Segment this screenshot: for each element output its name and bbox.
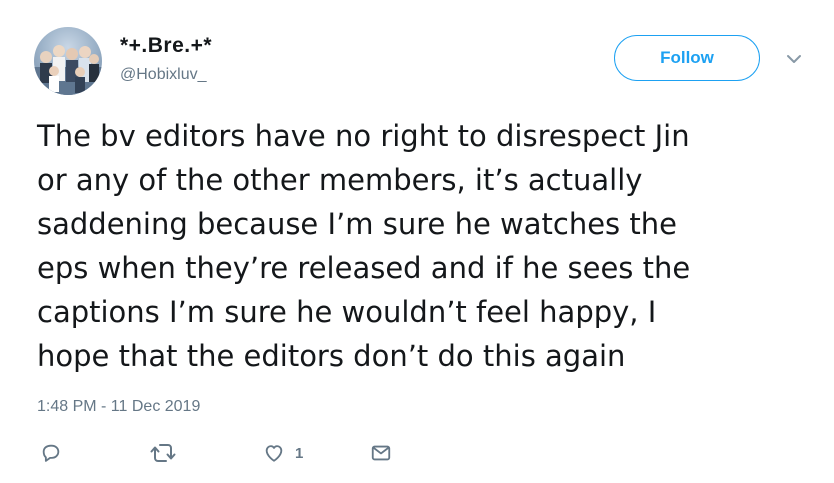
envelope-icon	[371, 445, 391, 461]
follow-button[interactable]: Follow	[614, 35, 760, 81]
like-button[interactable]: 1	[263, 440, 303, 466]
user-handle[interactable]: @Hobixluv_	[120, 66, 207, 84]
tweet-text: The bv editors have no right to disrespe…	[37, 119, 691, 373]
heart-icon	[265, 445, 283, 462]
reply-button[interactable]	[40, 440, 62, 466]
retweet-button[interactable]	[150, 440, 176, 466]
display-name[interactable]: *+.Bre.+*	[120, 34, 212, 58]
direct-message-button[interactable]	[370, 440, 392, 466]
avatar[interactable]	[34, 27, 102, 95]
like-count: 1	[295, 444, 304, 462]
avatar-image	[34, 45, 102, 95]
reply-icon	[42, 444, 60, 462]
chevron-down-icon[interactable]	[785, 50, 803, 68]
tweet-timestamp[interactable]: 1:48 PM - 11 Dec 2019	[37, 398, 200, 416]
retweet-icon	[150, 444, 176, 462]
